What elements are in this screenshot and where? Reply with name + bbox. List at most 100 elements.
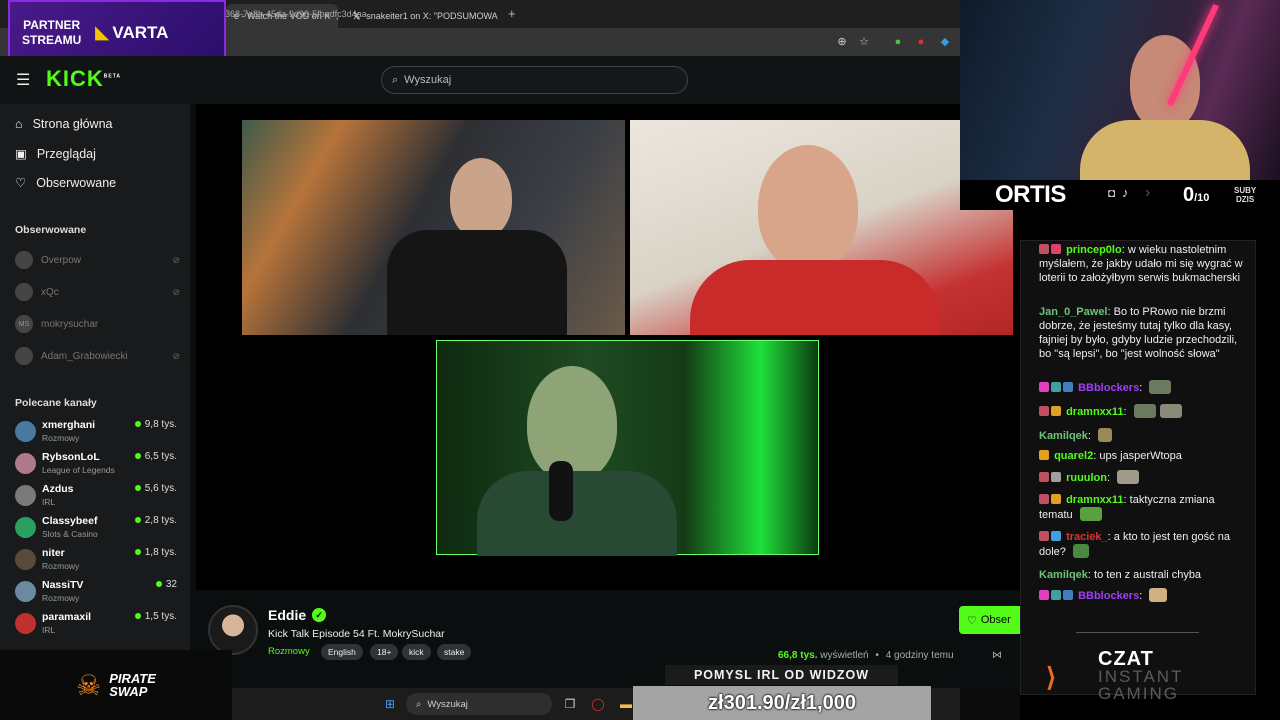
emote-icon	[1079, 507, 1102, 521]
channel-category: Rozmowy	[42, 561, 80, 571]
crown-badge-icon	[1051, 494, 1061, 504]
chat-username[interactable]: traciek_	[1066, 531, 1108, 543]
sidebar-item-home[interactable]: ⌂ Strona główna	[15, 117, 112, 131]
chat-username[interactable]: dramnxx11	[1066, 494, 1123, 506]
recommended-channel[interactable]: RybsonLoL League of Legends 6,5 tys.	[15, 451, 177, 476]
chat-message: princep0lo: w wieku nastoletnim myślałem…	[1039, 244, 1243, 284]
follow-label: Obser	[980, 614, 1011, 626]
chat-message: dramnxx11:	[1039, 404, 1244, 419]
windows-start-icon[interactable]: ⊞	[380, 694, 400, 714]
recommended-channel[interactable]: Azdus IRL 5,6 tys.	[15, 483, 177, 508]
badge-icon	[1039, 450, 1049, 460]
subs-count: 0	[1183, 184, 1195, 206]
chat-message: BBblockers:	[1039, 380, 1244, 395]
partner-label: PARTNER STREAMU	[22, 18, 82, 47]
opera-extension-icon[interactable]: ●	[913, 34, 929, 50]
person-shirt	[387, 230, 567, 335]
person	[450, 158, 512, 238]
tag[interactable]: kick	[402, 644, 431, 660]
channel-name: Azdus	[42, 483, 74, 495]
sidebar-item-following[interactable]: ♡ Obserwowane	[15, 175, 116, 191]
pirate-swap-banner: ☠ PIRATE SWAP	[0, 650, 232, 720]
tag[interactable]: 18+	[370, 644, 399, 660]
recommended-channel[interactable]: paramaxil IRL 1,5 tys.	[15, 611, 177, 636]
avatar: MS	[15, 315, 33, 333]
followed-channel[interactable]: Adam_Grabowiecki ⊘	[15, 347, 180, 365]
opera-icon[interactable]: ◯	[588, 694, 608, 714]
recommended-channel[interactable]: niter Rozmowy 1,8 tys.	[15, 547, 177, 572]
emote-icon	[1149, 380, 1172, 394]
czat-sub: INSTANT GAMING	[1098, 667, 1184, 703]
url-input[interactable]: 368-7e8b-45da-9d90-5fbadfc3d4aa	[225, 6, 825, 22]
chat-username[interactable]: BBblockers	[1078, 590, 1139, 602]
chat-username[interactable]: Kamilqek	[1039, 569, 1088, 581]
channel-category: Rozmowy	[42, 593, 80, 603]
avatar	[15, 347, 33, 365]
zoom-icon[interactable]: ⊕	[834, 34, 850, 50]
recommended-channel[interactable]: xmerghani Rozmowy 9,8 tys.	[15, 419, 177, 444]
tag[interactable]: stake	[437, 644, 472, 660]
search-input[interactable]: ⌕ Wyszukaj	[381, 66, 688, 94]
views-label: wyświetleń	[820, 650, 869, 661]
wallet-extension-icon[interactable]: ◆	[937, 34, 953, 50]
followed-channel[interactable]: Overpow ⊘	[15, 251, 180, 269]
stream-category[interactable]: Rozmowy	[268, 646, 310, 657]
home-icon: ⌂	[15, 117, 23, 131]
avatar	[15, 421, 36, 442]
emote-icon	[1159, 404, 1182, 418]
bookmark-star-icon[interactable]: ☆	[856, 34, 872, 50]
idea-title: POMYSL IRL OD WIDZOW	[665, 665, 898, 685]
chat-username[interactable]: princep0lo	[1066, 244, 1122, 256]
extension-icon[interactable]: ●	[890, 34, 906, 50]
channel-category: Rozmowy	[42, 433, 80, 443]
video-feed-left	[242, 120, 625, 335]
share-icon[interactable]: ⋈	[992, 650, 1002, 661]
person	[758, 145, 858, 270]
avatar	[15, 453, 36, 474]
channel-name: paramaxil	[42, 611, 92, 623]
chat-username[interactable]: Kamilqek	[1039, 430, 1088, 442]
followed-channel[interactable]: xQc ⊘	[15, 283, 180, 301]
badge-icon	[1063, 382, 1073, 392]
varta-mark-icon: ◣	[95, 23, 109, 42]
task-view-icon[interactable]: ❐	[560, 694, 580, 714]
tag[interactable]: English	[321, 644, 363, 660]
chat-message: Jan_0_Pawel: Bo to PRowo nie brzmi dobrz…	[1039, 306, 1238, 360]
recommended-channel[interactable]: NassiTV Rozmowy 32	[15, 579, 177, 604]
streamer-person	[1130, 35, 1200, 130]
viewer-count: 1,8 tys.	[135, 547, 177, 572]
recommended-channel[interactable]: Classybeef Slots & Casino 2,8 tys.	[15, 515, 177, 540]
streamer-avatar[interactable]	[208, 605, 258, 655]
taskbar-search[interactable]: ⌕ Wyszukaj	[406, 693, 552, 715]
chat-text: to ten z australi chyba	[1094, 569, 1202, 581]
badge-icon	[1063, 590, 1073, 600]
microphone-icon	[549, 461, 573, 521]
chat-username[interactable]: Jan_0_Pawel	[1039, 306, 1108, 318]
sidebar-item-browse[interactable]: ▣ Przeglądaj	[15, 146, 96, 162]
channel-category: Slots & Casino	[42, 529, 98, 539]
followed-channel[interactable]: MS mokrysuchar	[15, 315, 180, 333]
streamer-name[interactable]: Eddie ✓	[268, 607, 327, 623]
channel-name: Classybeef	[42, 515, 98, 527]
search-icon: ⌕	[392, 73, 399, 86]
views-number: 66,8 tys.	[778, 650, 818, 661]
verified-icon: ✓	[312, 608, 327, 622]
beta-badge: BETA	[103, 73, 122, 80]
person	[527, 366, 617, 481]
menu-icon[interactable]: ☰	[16, 70, 30, 90]
kick-logo[interactable]: KICKBETA	[46, 66, 121, 92]
chat-username[interactable]: quarel2	[1054, 450, 1093, 462]
heart-icon: ♡	[967, 614, 977, 627]
pirate-line2: SWAP	[109, 684, 148, 699]
chat-username[interactable]: dramnxx11	[1066, 406, 1123, 418]
follow-button[interactable]: ♡ Obser	[959, 606, 1020, 634]
emote-icon	[1072, 544, 1089, 558]
chat-username[interactable]: BBblockers	[1078, 382, 1139, 394]
chevron-right-icon: ›	[1145, 184, 1151, 201]
viewer-count: 9,8 tys.	[135, 419, 177, 444]
chat-username[interactable]: ruuulon	[1066, 472, 1107, 484]
chat-message: BBblockers:	[1039, 588, 1244, 603]
offline-icon: ⊘	[172, 350, 180, 361]
avatar	[15, 581, 36, 602]
streamer-shirt	[1080, 120, 1250, 180]
